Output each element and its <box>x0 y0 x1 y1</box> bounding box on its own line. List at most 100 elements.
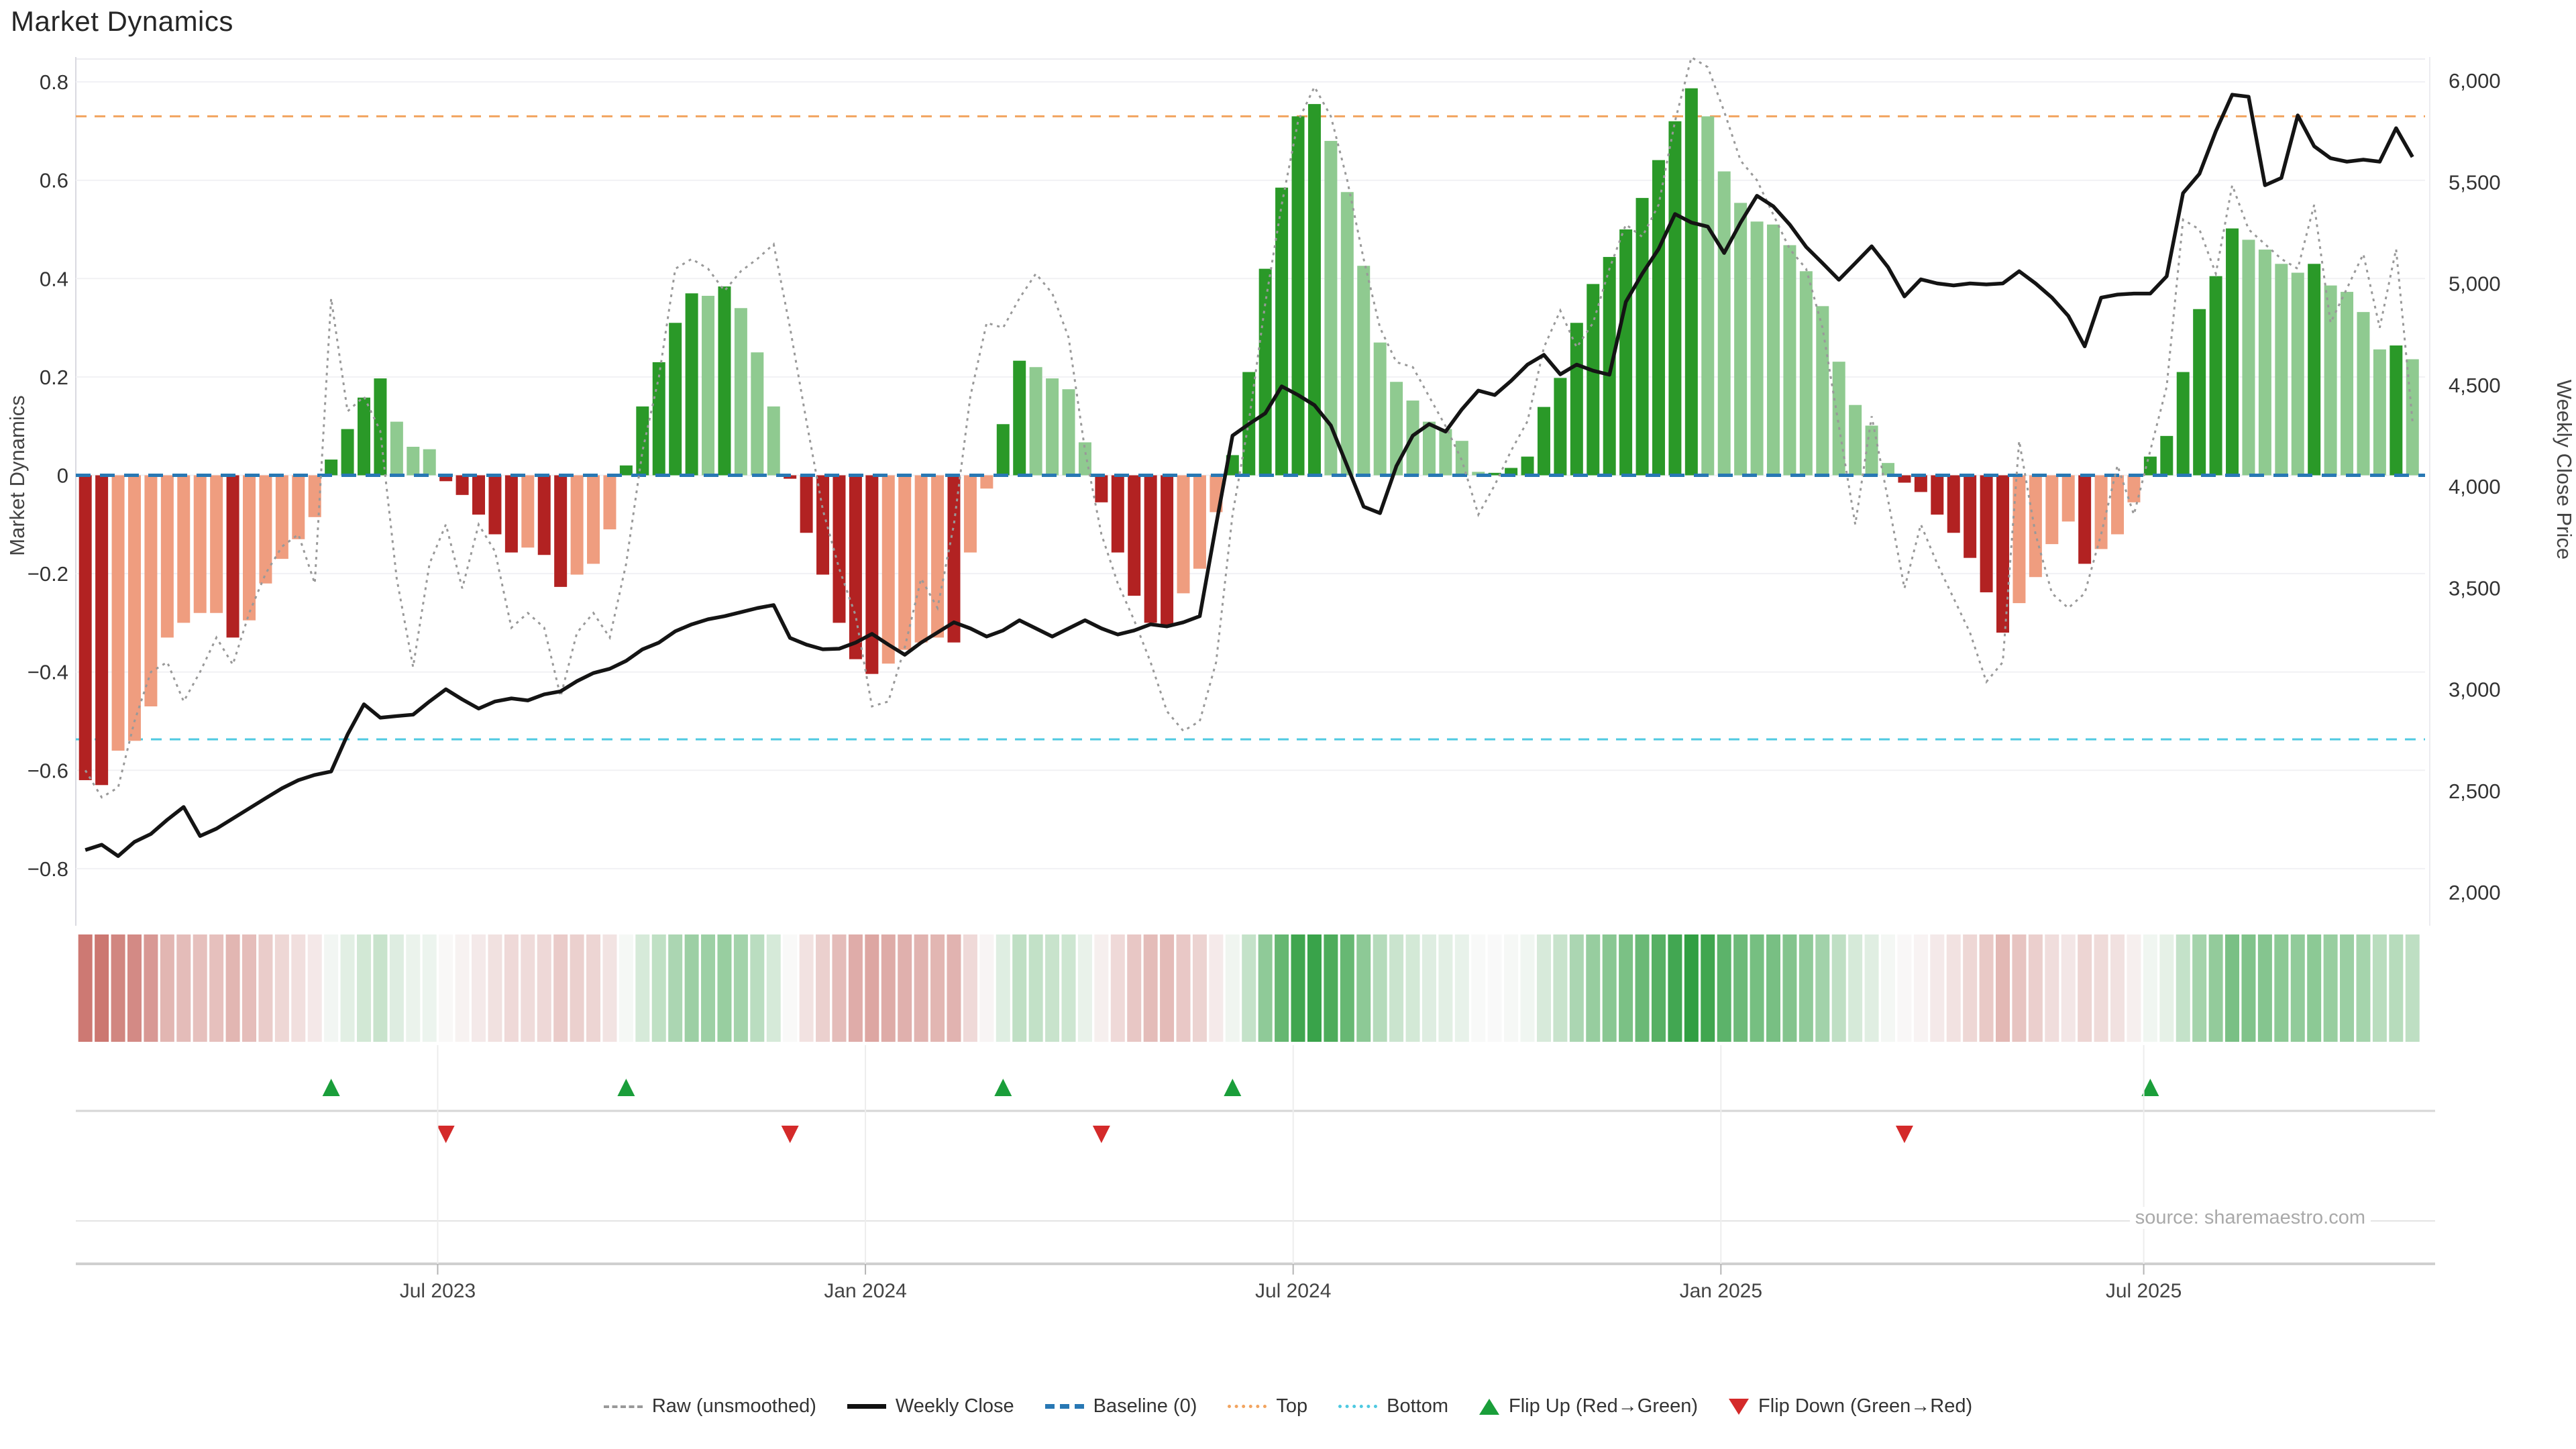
dynamics-bar <box>1095 476 1108 502</box>
left-tick-label: −0.8 <box>28 857 68 881</box>
heatmap-cell <box>2192 934 2206 1042</box>
left-tick-label: 0.8 <box>40 70 68 94</box>
heatmap-cell <box>2356 934 2370 1042</box>
heatmap-cell <box>553 934 568 1042</box>
dynamics-bar <box>423 449 436 476</box>
dynamics-bar <box>1619 229 1632 476</box>
dynamics-bar <box>1701 116 1714 475</box>
dynamics-bar <box>488 476 501 535</box>
dynamics-bar <box>79 476 92 780</box>
legend-item-flip-down: Flip Down (Green→Red) <box>1729 1395 1972 1417</box>
heatmap-cell <box>275 934 289 1042</box>
dynamics-bar <box>898 476 911 650</box>
heatmap-cell <box>1717 934 1731 1042</box>
heatmap-cell <box>1438 934 1452 1042</box>
heatmap-cell <box>1078 934 1092 1042</box>
dynamics-bar <box>767 407 780 476</box>
heatmap-cell <box>1389 934 1403 1042</box>
dynamics-bar <box>1570 323 1583 475</box>
heatmap-cell <box>2012 934 2026 1042</box>
heatmap-cell <box>1127 934 1141 1042</box>
dynamics-bar <box>931 476 944 638</box>
baseline-line-icon <box>1045 1404 1084 1409</box>
dynamics-bar <box>259 476 272 584</box>
heatmap-cell <box>979 934 994 1042</box>
heatmap-cell <box>1733 934 1748 1042</box>
heatmap-cell <box>1307 934 1322 1042</box>
dynamics-bar <box>980 476 993 489</box>
dynamics-bar <box>915 476 928 643</box>
dynamics-bars-layer <box>79 89 2419 786</box>
heatmap-cell <box>1652 934 1666 1042</box>
heatmap-cell <box>1782 934 1796 1042</box>
dynamics-bar <box>2324 286 2337 476</box>
heatmap-cell <box>783 934 797 1042</box>
heatmap-cell <box>258 934 272 1042</box>
heatmap-cell <box>1750 934 1764 1042</box>
heatmap-cell <box>1012 934 1026 1042</box>
dynamics-bar <box>374 378 386 475</box>
dynamics-bar <box>227 476 239 638</box>
close-line-icon <box>847 1404 886 1409</box>
heatmap-cell <box>1815 934 1829 1042</box>
heatmap-cell <box>1258 934 1273 1042</box>
dynamics-bar <box>964 476 977 553</box>
right-tick-label: 4,500 <box>2449 374 2501 397</box>
heatmap-cell <box>2127 934 2141 1042</box>
dynamics-bar <box>849 476 862 659</box>
dynamics-bar <box>1554 378 1566 475</box>
heatmap-cell <box>602 934 616 1042</box>
heatmap-cell <box>1668 934 1682 1042</box>
dynamics-bar <box>194 476 207 613</box>
heatmap-cell <box>1111 934 1125 1042</box>
heatmap-cell <box>242 934 256 1042</box>
dynamics-bar <box>407 447 419 476</box>
dynamics-bar <box>554 476 567 587</box>
dynamics-bar <box>1587 284 1599 475</box>
dynamics-bar <box>243 476 256 621</box>
dynamics-bar <box>1063 389 1075 475</box>
axes-layer: Jul 2023Jan 2024Jul 2024Jan 2025Jul 2025… <box>5 69 2576 1302</box>
dynamics-bar <box>1603 257 1616 475</box>
heatmap-cell <box>2110 934 2125 1042</box>
dynamics-bar <box>1308 104 1321 475</box>
heatmap-cell <box>341 934 355 1042</box>
heatmap-cell <box>1177 934 1191 1042</box>
dynamics-bar <box>2160 436 2173 476</box>
dynamics-bar <box>997 424 1010 475</box>
dynamics-bar <box>538 476 551 555</box>
heatmap-cell <box>767 934 781 1042</box>
heatmap-cell <box>2061 934 2076 1042</box>
dynamics-bar <box>309 476 321 517</box>
dynamics-bar <box>521 476 534 548</box>
heatmap-cell <box>832 934 846 1042</box>
heatmap-cell <box>2373 934 2387 1042</box>
dynamics-bar <box>161 476 174 638</box>
legend-label: Flip Down (Green→Red) <box>1758 1395 1972 1417</box>
dynamics-bar <box>210 476 223 613</box>
dynamics-bar <box>1013 361 1026 476</box>
dynamics-bar <box>1964 476 1976 558</box>
x-tick-label: Jan 2025 <box>1680 1280 1762 1302</box>
dynamics-bar <box>2357 312 2369 475</box>
right-tick-label: 2,500 <box>2449 780 2501 803</box>
dynamics-bar <box>1915 476 1927 492</box>
legend-item-weekly-close: Weekly Close <box>847 1395 1014 1417</box>
flip-up-marker <box>1224 1079 1241 1096</box>
dynamics-bar <box>571 476 584 575</box>
dynamics-bar <box>2373 350 2386 476</box>
heatmap-cell <box>586 934 600 1042</box>
heatmap-cell <box>619 934 633 1042</box>
legend-label: Raw (unsmoothed) <box>652 1395 816 1417</box>
dynamics-bar <box>1685 89 1698 476</box>
heatmap-cell <box>1455 934 1469 1042</box>
heatmap-cell <box>2389 934 2403 1042</box>
dynamics-bar <box>1046 378 1059 475</box>
dynamics-bar <box>1980 476 1993 592</box>
dynamics-bar <box>2341 292 2353 475</box>
dynamics-bar <box>800 476 813 533</box>
dynamics-bar <box>2029 476 2042 578</box>
heatmap-cell <box>160 934 174 1042</box>
x-tick-label: Jul 2023 <box>400 1280 476 1302</box>
legend-item-flip-up: Flip Up (Red→Green) <box>1479 1395 1698 1417</box>
